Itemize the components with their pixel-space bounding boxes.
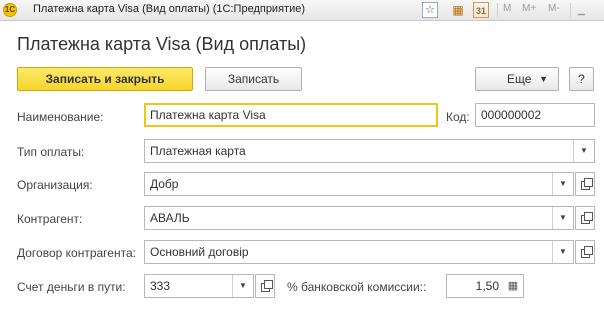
calculator-icon[interactable]: ▦ bbox=[503, 275, 523, 297]
code-field[interactable]: 000000002 bbox=[475, 103, 595, 127]
payment-type-select[interactable]: Платежная карта ▼ bbox=[144, 139, 595, 163]
open-transit-account-icon[interactable] bbox=[255, 274, 275, 298]
transit-account-label: Счет деньги в пути: bbox=[17, 280, 126, 294]
counterparty-label: Контрагент: bbox=[17, 212, 83, 226]
chevron-down-icon[interactable]: ▼ bbox=[552, 207, 573, 229]
help-button[interactable]: ? bbox=[569, 67, 594, 91]
chevron-down-icon: ▼ bbox=[539, 74, 548, 84]
organization-select[interactable]: Добр ▼ bbox=[144, 172, 574, 196]
star-icon[interactable]: ☆ bbox=[422, 2, 438, 18]
chevron-down-icon[interactable]: ▼ bbox=[232, 275, 253, 297]
open-contract-icon[interactable] bbox=[575, 240, 595, 264]
bank-commission-field[interactable]: 1,50 ▦ bbox=[446, 274, 524, 298]
contract-label: Договор контрагента: bbox=[17, 246, 136, 260]
open-counterparty-icon[interactable] bbox=[575, 206, 595, 230]
memory-button-m[interactable]: M bbox=[503, 3, 511, 14]
organization-value: Добр bbox=[150, 177, 179, 191]
window-title: Платежна карта Visa (Вид оплаты) (1С:Пре… bbox=[33, 3, 305, 15]
name-value: Платежна карта Visa bbox=[150, 108, 266, 122]
memory-button-m-plus[interactable]: M+ bbox=[522, 3, 536, 14]
calendar-icon[interactable]: 31 bbox=[473, 2, 489, 18]
name-field[interactable]: Платежна карта Visa bbox=[144, 103, 438, 127]
contract-value: Основний договір bbox=[150, 245, 249, 259]
transit-account-select[interactable]: 333 ▼ bbox=[144, 274, 254, 298]
code-label: Код: bbox=[446, 110, 470, 124]
more-menu-button[interactable]: Еще ▼ bbox=[475, 67, 559, 91]
save-button[interactable]: Записать bbox=[205, 67, 302, 91]
bank-commission-value: 1,50 bbox=[475, 279, 499, 293]
toolbar-divider bbox=[570, 3, 571, 17]
payment-type-value: Платежная карта bbox=[150, 144, 246, 158]
counterparty-select[interactable]: АВАЛЬ ▼ bbox=[144, 206, 574, 230]
chevron-down-icon[interactable]: ▼ bbox=[552, 241, 573, 263]
app-logo-icon: 1С bbox=[3, 3, 17, 17]
window-titlebar: 1С Платежна карта Visa (Вид оплаты) (1С:… bbox=[0, 0, 604, 21]
open-organization-icon[interactable] bbox=[575, 172, 595, 196]
payment-type-label: Тип оплаты: bbox=[17, 145, 85, 159]
more-menu-label: Еще bbox=[507, 72, 532, 86]
code-value: 000000002 bbox=[481, 108, 542, 122]
name-label: Наименование: bbox=[17, 110, 104, 124]
toolbar-divider bbox=[497, 3, 498, 17]
chevron-down-icon[interactable]: ▼ bbox=[552, 173, 573, 195]
transit-account-value: 333 bbox=[150, 279, 171, 293]
organization-label: Организация: bbox=[17, 178, 93, 192]
bank-commission-label: % банковской комиссии:: bbox=[287, 280, 427, 294]
save-and-close-button[interactable]: Записать и закрыть bbox=[17, 67, 193, 91]
contract-select[interactable]: Основний договір ▼ bbox=[144, 240, 574, 264]
chevron-down-icon[interactable]: ▼ bbox=[573, 140, 594, 162]
minimize-icon[interactable]: ▁ bbox=[578, 5, 585, 16]
page-title: Платежна карта Visa (Вид оплаты) bbox=[17, 34, 307, 54]
calculator-icon[interactable]: ▦ bbox=[450, 2, 466, 18]
counterparty-value: АВАЛЬ bbox=[150, 211, 190, 225]
memory-button-m-minus[interactable]: M- bbox=[548, 3, 560, 14]
